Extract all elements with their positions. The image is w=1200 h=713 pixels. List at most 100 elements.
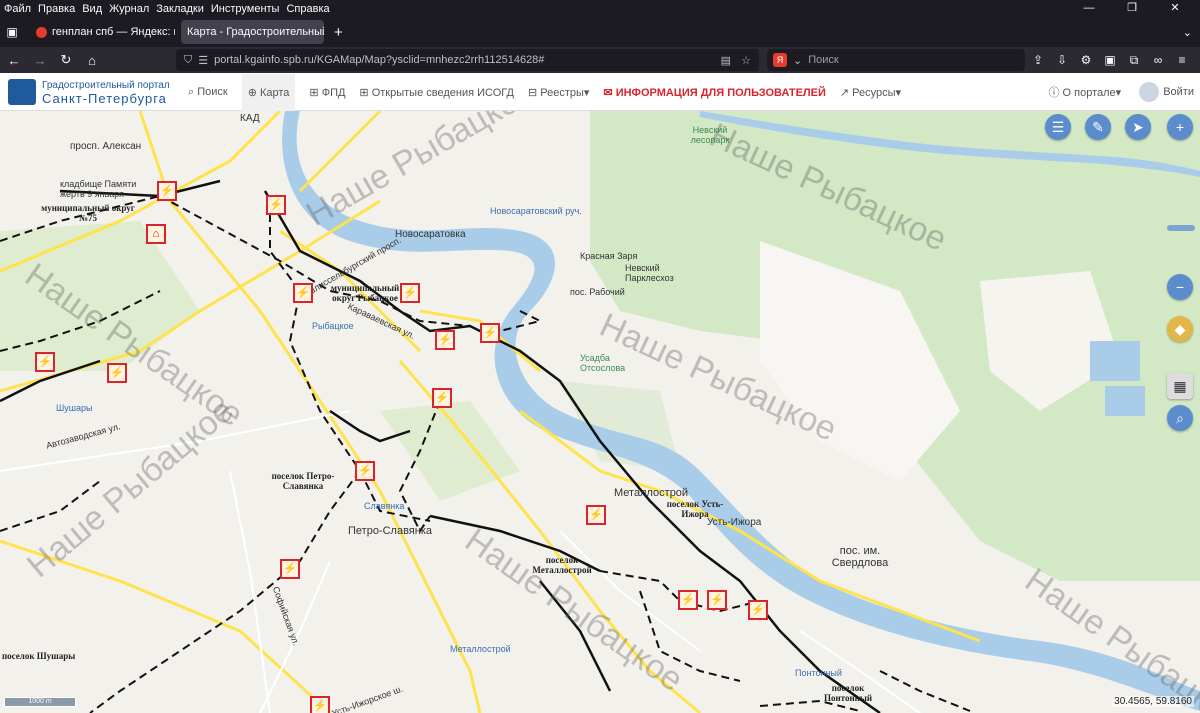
map-label-poselok-ust-izhora: поселок Усть-Ижора [666,499,724,519]
infrastructure-marker-icon[interactable]: ⚡ [586,505,606,525]
infrastructure-marker-icon[interactable]: ⌂ [146,224,166,244]
menu-file[interactable]: Файл [4,3,31,15]
zoom-slider-handle[interactable] [1167,225,1195,231]
yandex-search-icon[interactable]: Я [773,53,787,67]
infrastructure-marker-icon[interactable]: ⚡ [435,330,455,350]
layers-list-icon[interactable]: ☰ [1045,114,1071,140]
nav-fpd[interactable]: ⊞ ФПД [309,86,345,99]
list-tabs-icon[interactable]: ⌄ [1183,26,1192,39]
reload-icon[interactable]: ↻ [54,52,78,68]
map-label-prosp-aleksan: просп. Алексан [70,141,142,152]
globe-icon: ⊕ [247,86,260,99]
bookmark-star-icon[interactable]: ☆ [741,54,751,67]
home-icon[interactable]: ⌂ [80,53,104,68]
infrastructure-marker-icon[interactable]: ⚡ [432,388,452,408]
map-label-krasnaya-zarya: Красная Заря [580,251,638,261]
mask-icon[interactable]: ∞ [1146,53,1170,67]
tab-title: Карта - Градостроительный портал [187,26,324,38]
infrastructure-marker-icon[interactable]: ⚡ [400,283,420,303]
info-icon: ⓘ [1048,87,1063,99]
ruler-icon[interactable]: ✎ [1085,114,1111,140]
infrastructure-marker-icon[interactable]: ⚡ [293,283,313,303]
menu-edit[interactable]: Правка [38,3,75,15]
infrastructure-marker-icon[interactable]: ⚡ [107,363,127,383]
search-placeholder: Поиск [808,54,839,66]
map-label-novosaratovsky-ruchey: Новосаратовский руч. [490,206,582,216]
map-label-okrug75: муниципальный округ №75 [41,203,135,223]
yandex-favicon-icon [36,26,47,38]
restore-icon[interactable]: ❐ [1114,0,1150,17]
toolbar-right: ⇪ ⇩ ⚙ ▣ ⧉ ∞ ≡ [1026,47,1194,73]
zoom-out-icon[interactable]: − [1167,274,1193,300]
nav-map[interactable]: ⊕ Карта [241,73,296,111]
forward-icon[interactable]: → [28,53,52,68]
park-area [380,401,520,501]
infrastructure-marker-icon[interactable]: ⚡ [748,600,768,620]
menu-view[interactable]: Вид [82,3,102,15]
nav-user-info[interactable]: ✉ ИНФОРМАЦИЯ ДЛЯ ПОЛЬЗОВАТЕЛЕЙ [603,86,825,99]
logo-mark-icon [8,79,36,105]
extensions-icon[interactable]: ⧉ [1122,53,1146,68]
browser-toolbar: ← → ↻ ⌂ ⛉ ☰ portal.kgainfo.spb.ru/KGAMap… [0,47,1200,73]
infrastructure-marker-icon[interactable]: ⚡ [355,461,375,481]
shield-icon[interactable]: ⛉ [184,54,192,67]
menu-help[interactable]: Справка [286,3,329,15]
infrastructure-marker-icon[interactable]: ⚡ [280,559,300,579]
infrastructure-marker-icon[interactable]: ⚡ [157,181,177,201]
infrastructure-marker-icon[interactable]: ⚡ [480,323,500,343]
portal-logo[interactable]: Градостроительный портал Санкт-Петербург… [8,77,178,107]
menu-history[interactable]: Журнал [109,3,149,15]
nav-resources[interactable]: ↗ Ресурсы▾ [840,86,901,99]
infrastructure-marker-icon[interactable]: ⚡ [707,590,727,610]
table-icon: ⊟ [527,86,541,99]
tab-map[interactable]: Карта - Градостроительный портал ✕ [181,20,324,44]
zoom-in-icon[interactable]: + [1167,114,1193,140]
user-avatar-icon[interactable] [1139,82,1160,102]
infrastructure-marker-icon[interactable]: ⚡ [678,590,698,610]
settings-gear-icon[interactable]: ⚙ [1074,53,1098,67]
logo-line1: Градостроительный портал [42,80,170,91]
basemap-layers-icon[interactable]: ◆ [1167,316,1193,342]
hamburger-menu-icon[interactable]: ≡ [1170,53,1194,67]
back-icon[interactable]: ← [2,53,26,68]
coordinates-readout: 30.4565, 59.8160 [1112,696,1194,707]
page-info-icon[interactable]: ☰ [198,54,208,67]
search-box[interactable]: Я ⌄ Поиск [767,49,1025,71]
grid-toggle-icon[interactable]: ▦ [1167,373,1193,399]
map-label-nevsky-parklesoz: Невский Парклесхоз [625,263,674,283]
infrastructure-marker-icon[interactable]: ⚡ [35,352,55,372]
map-label-rybatskoe: Рыбацкое [312,321,354,331]
infrastructure-marker-icon[interactable]: ⚡ [266,195,286,215]
url-bar[interactable]: ⛉ ☰ portal.kgainfo.spb.ru/KGAMap/Map?ysc… [176,49,759,71]
tab-yandex[interactable]: генплан спб — Яндекс: нашл ✕ [30,20,175,44]
menu-tools[interactable]: Инструменты [211,3,280,15]
extension-badge-icon[interactable]: ▣ [1098,53,1122,67]
locate-arrow-icon[interactable]: ➤ [1125,114,1151,140]
download-icon[interactable]: ⇩ [1050,53,1074,67]
map-label-metallostroy-station: Металлострой [450,644,511,654]
map-canvas[interactable]: КАД просп. Алексан кладбище Памяти жертв… [0,111,1200,713]
minimize-icon[interactable]: — [1071,0,1107,17]
login-link[interactable]: Войти [1163,86,1194,98]
close-window-icon[interactable]: ✕ [1157,0,1193,17]
caret-down-icon: ▾ [583,86,590,99]
tab-overview-icon[interactable]: ▣ [0,25,24,39]
nav-search[interactable]: ⌕ Поиск [188,86,228,99]
external-link-icon: ↗ [839,86,853,99]
pond [1090,341,1140,381]
save-pocket-icon[interactable]: ⇪ [1026,53,1050,67]
new-tab-icon[interactable]: + [334,24,343,41]
portal-header: Градостроительный портал Санкт-Петербург… [0,73,1200,111]
infrastructure-marker-icon[interactable]: ⚡ [310,696,330,713]
map-label-poselok-shushary: поселок Шушары [2,651,76,661]
magnifier-icon[interactable]: ⌕ [1167,405,1193,431]
map-label-metallostroy: Металлострой [614,487,689,499]
nav-registries[interactable]: ⊟ Реестры▾ [528,86,589,99]
map-label-shushary: Шушары [56,403,93,413]
map-label-novosaratovka: Новосаратовка [395,229,466,240]
menu-bookmarks[interactable]: Закладки [156,3,204,15]
nav-about[interactable]: ⓘ О портале▾ [1048,84,1121,100]
map-label-okrug-rybatskoe: муниципальный округ Рыбацкое [330,283,400,303]
reader-view-icon[interactable]: ▤ [721,54,731,67]
nav-isogd[interactable]: ⊞ Открытые сведения ИСОГД [359,86,514,99]
